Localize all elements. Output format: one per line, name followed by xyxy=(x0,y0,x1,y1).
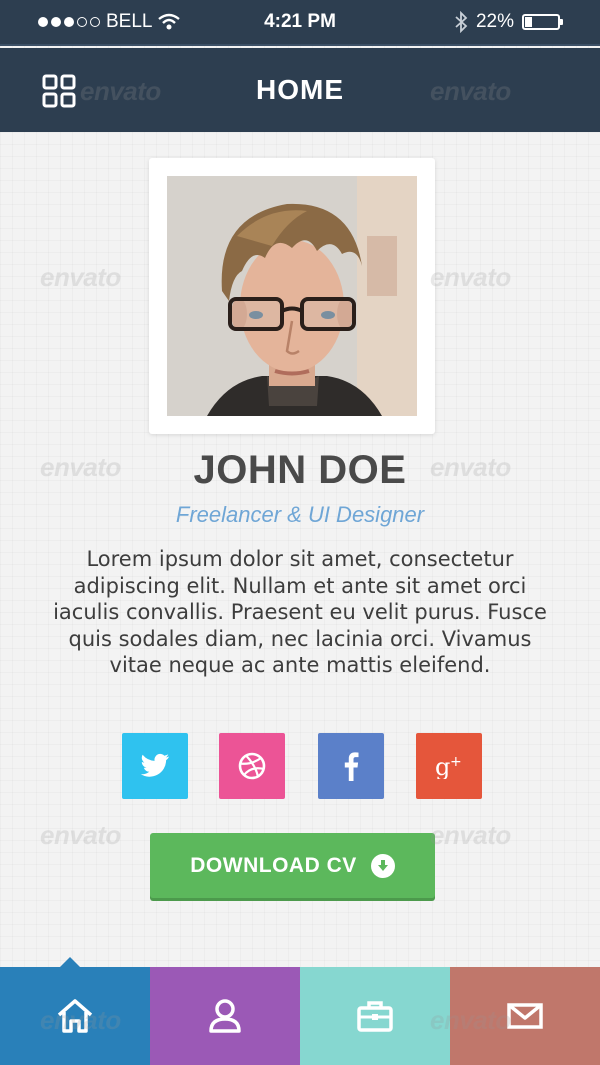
download-cv-button[interactable]: DOWNLOAD CV xyxy=(150,833,435,898)
status-bar: BELL 4:21 PM 22% xyxy=(0,0,600,46)
briefcase-icon xyxy=(357,1001,393,1032)
battery-percentage: 22% xyxy=(475,11,514,32)
carrier-name: BELL xyxy=(106,11,153,32)
profile-photo xyxy=(167,176,417,416)
twitter-icon xyxy=(140,753,169,777)
nav-bar: HOME xyxy=(0,48,600,132)
profile-bio: Lorem ipsum dolor sit amet, consectetur … xyxy=(53,547,547,677)
dribbble-icon xyxy=(238,752,266,780)
battery-level xyxy=(525,17,532,27)
dribbble-button[interactable] xyxy=(219,733,285,799)
watermark-text: envato xyxy=(430,262,511,292)
battery-icon xyxy=(522,14,563,30)
watermark-text: envato xyxy=(40,262,121,292)
active-tab-indicator xyxy=(60,957,80,967)
twitter-button[interactable] xyxy=(122,733,188,799)
carrier-info: BELL xyxy=(38,11,181,33)
google-plus-button[interactable]: g + xyxy=(416,733,482,799)
facebook-button[interactable] xyxy=(318,733,384,799)
watermark-text: envato xyxy=(40,820,121,850)
profile-photo-frame xyxy=(149,158,435,434)
home-icon xyxy=(57,999,93,1033)
download-icon xyxy=(370,853,395,878)
status-right: 22% xyxy=(454,11,563,33)
signal-strength-icon xyxy=(38,17,100,27)
watermark-text: envato xyxy=(430,820,511,850)
tab-profile[interactable] xyxy=(150,967,300,1065)
profile-name: JOHN DOE xyxy=(193,448,407,492)
page-title: HOME xyxy=(256,74,344,105)
google-plus-icon: g + xyxy=(435,753,462,779)
user-icon xyxy=(209,999,241,1033)
svg-text:+: + xyxy=(450,754,462,770)
grid-icon[interactable] xyxy=(42,74,76,108)
wifi-icon xyxy=(158,13,181,30)
tab-portfolio[interactable] xyxy=(300,967,450,1065)
bluetooth-icon xyxy=(455,11,468,33)
mail-icon xyxy=(507,1003,543,1029)
tab-contact[interactable] xyxy=(450,967,600,1065)
facebook-icon xyxy=(344,752,359,781)
tab-home[interactable] xyxy=(0,967,150,1065)
bottom-tab-bar xyxy=(0,967,600,1065)
profile-role: Freelancer & UI Designer xyxy=(175,502,425,527)
svg-text:g: g xyxy=(435,753,450,779)
download-cv-label: DOWNLOAD CV xyxy=(190,853,357,877)
